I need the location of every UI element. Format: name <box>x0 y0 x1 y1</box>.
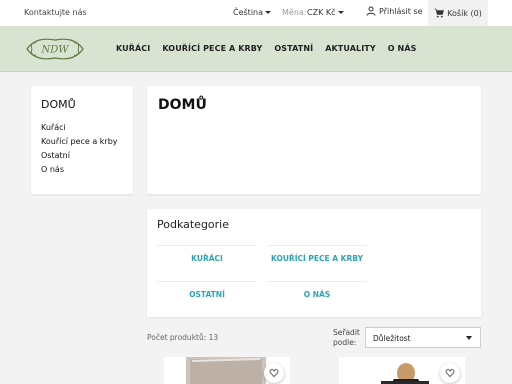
menu-item-o-nas[interactable]: O NÁS <box>388 44 417 53</box>
heart-outline-icon <box>445 369 455 378</box>
wishlist-button[interactable] <box>264 363 284 383</box>
product-image[interactable] <box>361 357 441 384</box>
sidebar-item-o-nas[interactable]: O nás <box>41 163 118 177</box>
caret-down-icon <box>265 11 272 14</box>
sort-label: Seřadit podle: <box>333 328 360 348</box>
main-menu: KUŘÁCI KOUŘÍCÍ PECE A KRBY OSTATNÍ AKTUA… <box>116 44 428 53</box>
currency-selector[interactable]: CZK Kč <box>307 8 344 17</box>
menu-item-kuraci[interactable]: KUŘÁCI <box>116 44 150 53</box>
sidebar-item-kourici-pece-a-krby[interactable]: Kouřící pece a krby <box>41 135 118 149</box>
sort-dropdown[interactable]: Důležitost <box>365 327 481 348</box>
wishlist-button[interactable] <box>440 363 460 383</box>
subcategory-kourici-pece-a-krby[interactable]: KOUŘÍCÍ PECE A KRBY <box>267 245 367 271</box>
category-header: DOMŮ <box>147 86 481 194</box>
menu-item-ostatni[interactable]: OSTATNÍ <box>274 44 313 53</box>
subcategory-kuraci[interactable]: KUŘÁCI <box>157 245 257 271</box>
product-image[interactable] <box>186 357 266 384</box>
currency-value: CZK Kč <box>307 8 336 17</box>
sort-label-line2: podle: <box>333 338 357 347</box>
cart-button[interactable]: Košík (0) <box>428 0 488 26</box>
product-card[interactable] <box>164 357 290 384</box>
page-title: DOMŮ <box>158 97 207 113</box>
login-label: Přihlásit se <box>379 6 423 16</box>
heart-outline-icon <box>269 369 279 378</box>
sidebar-title[interactable]: DOMŮ <box>41 98 76 111</box>
caret-down-icon <box>337 11 344 14</box>
sidebar-item-ostatni[interactable]: Ostatní <box>41 149 118 163</box>
logo-text: NDW <box>40 45 69 56</box>
person-icon <box>366 6 376 16</box>
caret-down-icon <box>466 336 472 340</box>
subcategories-title: Podkategorie <box>157 218 230 231</box>
category-sidebar: DOMŮ Kuřáci Kouřící pece a krby Ostatní … <box>31 86 133 194</box>
product-count: Počet produktů: 13 <box>147 333 219 342</box>
store-logo[interactable]: NDW <box>24 35 86 63</box>
login-link[interactable]: Přihlásit se <box>366 6 423 16</box>
language-selector[interactable]: Čeština <box>233 8 272 17</box>
top-bar: Kontaktujte nás Čeština Měna: CZK Kč Při… <box>0 0 512 26</box>
product-card[interactable] <box>339 357 465 384</box>
sort-label-line1: Seřadit <box>333 328 360 337</box>
sort-value: Důležitost <box>373 334 411 343</box>
cart-label: Košík (0) <box>447 8 482 18</box>
sidebar-list: Kuřáci Kouřící pece a krby Ostatní O nás <box>41 121 118 177</box>
subcategory-o-nas[interactable]: O NÁS <box>267 281 367 307</box>
contact-link[interactable]: Kontaktujte nás <box>24 8 87 17</box>
sidebar-item-kuraci[interactable]: Kuřáci <box>41 121 118 135</box>
language-value: Čeština <box>233 8 264 17</box>
menu-item-aktuality[interactable]: AKTUALITY <box>325 44 376 53</box>
currency-label: Měna: <box>282 8 307 17</box>
subcategories-panel: Podkategorie KUŘÁCI KOUŘÍCÍ PECE A KRBY … <box>147 209 481 317</box>
menu-item-kourici-pece-a-krby[interactable]: KOUŘÍCÍ PECE A KRBY <box>162 44 262 53</box>
main-navbar: NDW KUŘÁCI KOUŘÍCÍ PECE A KRBY OSTATNÍ A… <box>0 26 512 72</box>
shopping-cart-icon <box>434 8 445 18</box>
subcategory-ostatni[interactable]: OSTATNÍ <box>157 281 257 307</box>
